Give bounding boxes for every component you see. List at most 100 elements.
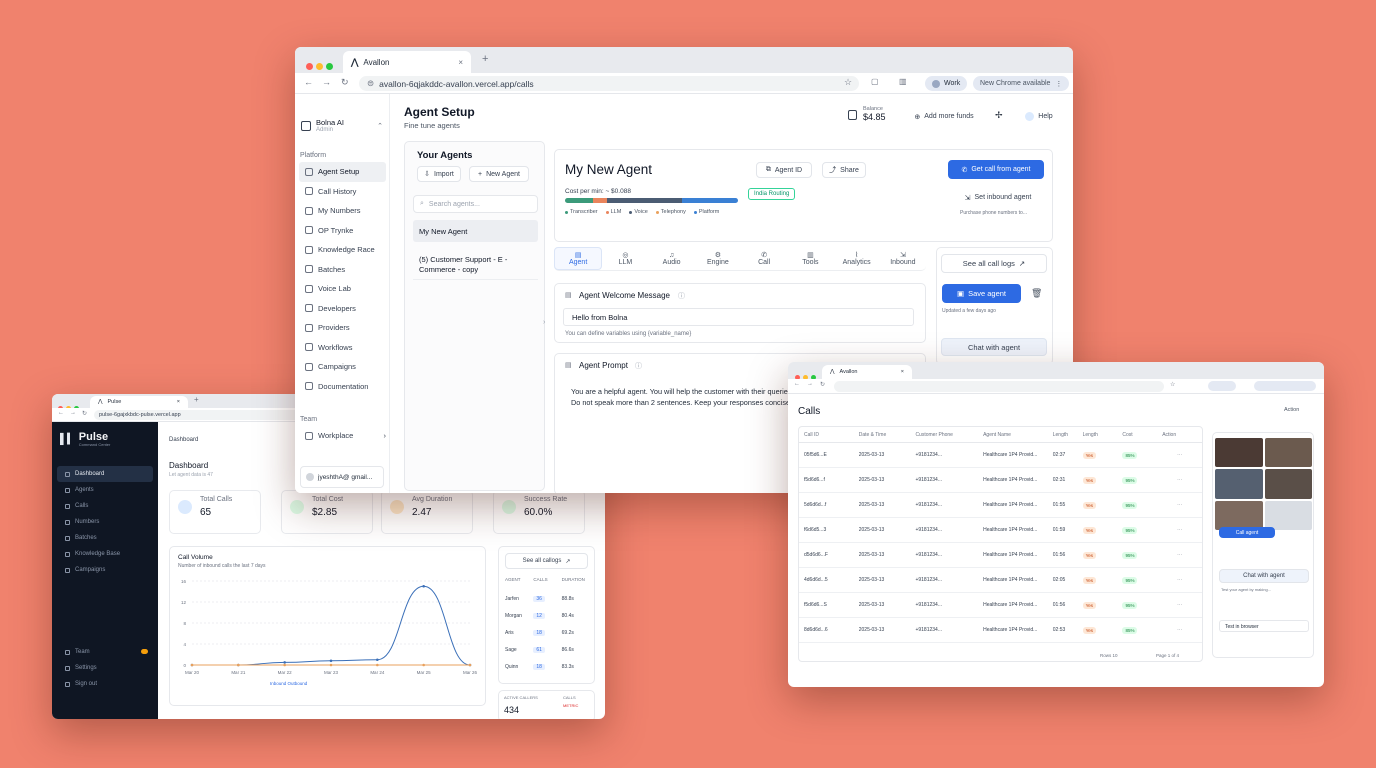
toggle-switch[interactable] — [141, 649, 148, 654]
sidebar-item-workflows[interactable]: Workflows — [299, 338, 386, 358]
row-menu-icon[interactable]: ⋯ — [1157, 502, 1202, 508]
data-point[interactable] — [283, 661, 286, 664]
sidebar-item-campaigns[interactable]: Campaigns — [299, 357, 386, 377]
new-agent-button[interactable]: + New Agent — [469, 166, 529, 182]
data-point[interactable] — [329, 663, 333, 667]
agent-id-button[interactable]: ⧉ Agent ID — [756, 162, 812, 178]
share-button[interactable]: ⤴ Share — [822, 162, 866, 178]
sidebar-item-op-trynke[interactable]: OP Trynke — [299, 221, 386, 241]
welcome-message-input[interactable]: Hello from Bolna — [563, 308, 914, 326]
sidebar-item-my-numbers[interactable]: My Numbers — [299, 201, 386, 221]
call-agent-button[interactable]: Call agent — [1219, 527, 1275, 538]
extensions-icon[interactable]: ▢ — [871, 77, 879, 86]
row-menu-icon[interactable]: ⋯ — [1157, 452, 1202, 458]
column-header[interactable]: Length — [1048, 432, 1078, 438]
table-row[interactable]: 8d6d6d...6 2025-03-13 +9181234... Healthcar… — [799, 618, 1202, 643]
tab-tools[interactable]: ▥ Tools — [787, 247, 833, 270]
see-all-logs-button[interactable]: See all callogs ↗ — [505, 553, 588, 569]
tab-call[interactable]: ✆ Call — [741, 247, 787, 270]
row-menu-icon[interactable]: ⋯ — [1157, 577, 1202, 583]
video-tile[interactable] — [1264, 500, 1312, 530]
calls-action-button[interactable]: Action — [1284, 407, 1299, 413]
forward-icon[interactable]: → — [70, 410, 76, 416]
update-chip[interactable]: New Chrome available ⋮ — [973, 76, 1070, 91]
tab-llm[interactable]: ◎ LLM — [602, 247, 648, 270]
column-header[interactable]: Length — [1078, 432, 1118, 438]
reload-icon[interactable]: ↻ — [82, 410, 87, 417]
nav-item-settings[interactable]: Settings — [57, 660, 153, 676]
close-tab-icon[interactable]: × — [177, 399, 180, 405]
column-header[interactable]: Cost — [1117, 432, 1157, 438]
sidebar-item-agent-setup[interactable]: Agent Setup — [299, 162, 386, 182]
video-tile[interactable] — [1215, 438, 1263, 468]
nav-item-knowledge-base[interactable]: Knowledge Base — [57, 546, 153, 562]
url-field[interactable]: ⊜ avallon-6qjakddc-avallon.vercel.app/ca… — [359, 76, 859, 91]
data-point[interactable] — [422, 663, 425, 667]
table-row[interactable]: Morgan 12 80.4s — [505, 607, 590, 624]
back-icon[interactable]: ← — [794, 381, 800, 387]
close-tab-icon[interactable]: × — [458, 58, 463, 67]
video-tile[interactable] — [1215, 500, 1263, 530]
row-menu-icon[interactable]: ⋯ — [1157, 527, 1202, 533]
rows-per-page[interactable]: Rows 10 — [1100, 653, 1118, 658]
table-row[interactable]: f6d6d5...3 2025-03-13 +9181234... Healthcar… — [799, 518, 1202, 543]
user-menu[interactable]: jyeshthA@ gmail... — [300, 466, 384, 488]
data-point[interactable] — [422, 584, 425, 588]
sidebar-item-documentation[interactable]: Documentation — [299, 377, 386, 397]
close-tab-icon[interactable]: × — [901, 369, 904, 375]
table-row[interactable]: 05f5d6...E 2025-03-13 +9181234... Healthcar… — [799, 443, 1202, 468]
test-in-browser-button[interactable]: Test in browser — [1219, 620, 1309, 632]
update-chip[interactable] — [1254, 381, 1316, 391]
settings-icon[interactable]: ✢ — [995, 110, 1003, 121]
data-point[interactable] — [376, 663, 379, 667]
nav-item-calls[interactable]: Calls — [57, 498, 153, 514]
browser-tab[interactable]: ⋀ Avallon × — [343, 51, 471, 73]
video-tile[interactable] — [1215, 469, 1263, 499]
profile-chip[interactable] — [1208, 381, 1236, 391]
table-row[interactable]: 4d6d6d...5 2025-03-13 +9181234... Healthcar… — [799, 568, 1202, 593]
tab-inbound[interactable]: ⇲ Inbound — [880, 247, 926, 270]
table-row[interactable]: Sage 61 86.6s — [505, 641, 590, 658]
column-header[interactable]: Call ID — [799, 432, 854, 438]
reload-icon[interactable]: ↻ — [820, 381, 825, 388]
data-point[interactable] — [283, 663, 286, 667]
data-point[interactable] — [468, 663, 472, 667]
data-point[interactable] — [329, 659, 333, 663]
add-funds-button[interactable]: ⊕ Add more funds — [905, 108, 983, 125]
data-point[interactable] — [376, 658, 379, 662]
nav-item-agents[interactable]: Agents — [57, 482, 153, 498]
routing-badge[interactable]: India Routing — [748, 188, 796, 200]
back-icon[interactable]: ← — [58, 410, 64, 416]
see-call-logs-button[interactable]: See all call logs ↗ — [941, 254, 1047, 273]
row-menu-icon[interactable]: ⋯ — [1157, 477, 1202, 483]
more-menu-icon[interactable]: ⋮ — [1055, 80, 1062, 88]
browser-tab[interactable]: ⋀ Pulse × — [90, 396, 188, 408]
sidebar-item-developers[interactable]: Developers — [299, 299, 386, 319]
trash-icon[interactable]: 🗑 — [1031, 288, 1042, 299]
sidebar-item-voice-lab[interactable]: Voice Lab — [299, 279, 386, 299]
chat-with-agent-button[interactable]: Chat with agent — [1219, 569, 1309, 583]
back-icon[interactable]: ← — [304, 77, 313, 87]
tab-engine[interactable]: ⚙ Engine — [695, 247, 741, 270]
tab-audio[interactable]: ♫ Audio — [649, 247, 695, 270]
row-menu-icon[interactable]: ⋯ — [1157, 627, 1202, 633]
video-tile[interactable] — [1264, 469, 1312, 499]
nav-item-dashboard[interactable]: Dashboard — [57, 466, 153, 482]
data-point[interactable] — [190, 663, 194, 667]
column-header[interactable]: Action — [1157, 432, 1202, 438]
browser-tab[interactable]: ⋀ Avallon × — [822, 365, 912, 379]
save-agent-button[interactable]: ▣ Save agent — [942, 284, 1021, 303]
video-tile[interactable] — [1264, 438, 1312, 468]
table-row[interactable]: f5d6d6...f 2025-03-13 +9181234... Healthcar… — [799, 468, 1202, 493]
table-row[interactable]: Aris 18 69.2s — [505, 624, 590, 641]
nav-item-sign-out[interactable]: Sign out — [57, 676, 153, 692]
data-point[interactable] — [237, 663, 240, 667]
sidebar-item-providers[interactable]: Providers — [299, 318, 386, 338]
nav-item-batches[interactable]: Batches — [57, 530, 153, 546]
import-button[interactable]: ⇩ Import — [417, 166, 461, 182]
sidebar-toggle-icon[interactable]: ▥ — [899, 77, 907, 86]
table-row[interactable]: Quinn 18 83.3s — [505, 658, 590, 675]
help-button[interactable]: Help — [1017, 108, 1061, 125]
tab-agent[interactable]: ▤ Agent — [554, 247, 603, 270]
column-header[interactable]: Agent Name — [978, 432, 1048, 438]
